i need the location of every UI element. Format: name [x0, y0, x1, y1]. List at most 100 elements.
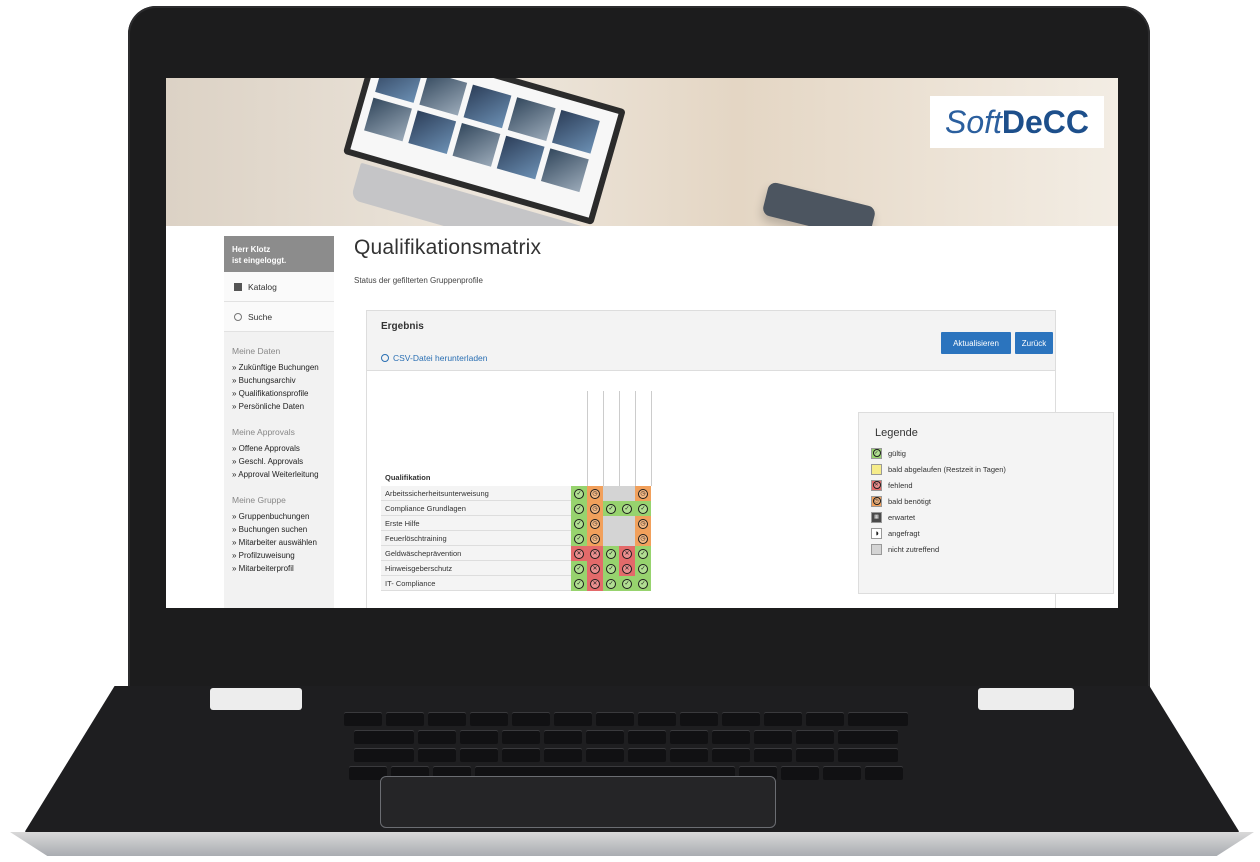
status-cell-none[interactable]	[603, 531, 619, 546]
status-cell-valid[interactable]: ✓	[571, 531, 587, 546]
status-cell-valid[interactable]: ✓	[635, 561, 651, 576]
legend-label: bald abgelaufen (Restzeit in Tagen)	[888, 464, 1006, 474]
sidebar-item-mitarbeiterprofil[interactable]: » Mitarbeiterprofil	[232, 562, 326, 575]
status-cell-valid[interactable]: ✓	[571, 576, 587, 591]
status-cell-missing[interactable]: ✕	[619, 546, 635, 561]
status-cell-none[interactable]	[619, 516, 635, 531]
status-cell-needed[interactable]: ◷	[587, 501, 603, 516]
section-title: Meine Daten	[232, 346, 281, 356]
status-cell-valid[interactable]: ✓	[571, 501, 587, 516]
page-title: Qualifikationsmatrix	[354, 236, 542, 259]
x-icon: ✕	[622, 548, 632, 559]
status-cell-valid[interactable]: ✓	[635, 501, 651, 516]
header-banner: Soft DeCC	[166, 78, 1118, 226]
refresh-button[interactable]: Aktualisieren	[941, 332, 1011, 354]
sidebar-item-geschl-approvals[interactable]: » Geschl. Approvals	[232, 455, 326, 468]
sidebar-item-persoenliche-daten[interactable]: » Persönliche Daten	[232, 400, 326, 413]
status-cell-none[interactable]	[619, 486, 635, 501]
status-cell-missing[interactable]: ✕	[587, 576, 603, 591]
status-cell-missing[interactable]: ✕	[571, 546, 587, 561]
status-cell-needed[interactable]: ◷	[587, 531, 603, 546]
check-icon: ✓	[638, 578, 648, 589]
status-cell-valid[interactable]: ✓	[603, 561, 619, 576]
status-cell-valid[interactable]: ✓	[571, 561, 587, 576]
sidebar-link-suche[interactable]: Suche	[224, 302, 334, 332]
status-cell-valid[interactable]: ✓	[571, 486, 587, 501]
legend-label: bald benötigt	[888, 496, 931, 506]
column-divider	[619, 391, 620, 486]
sidebar-item-buchungsarchiv[interactable]: » Buchungsarchiv	[232, 374, 326, 387]
x-icon: ✕	[574, 548, 584, 559]
status-cell-needed[interactable]: ◷	[635, 531, 651, 546]
qualification-column-header: Qualifikation	[385, 473, 431, 482]
status-cell-valid[interactable]: ✓	[603, 501, 619, 516]
status-cell-none[interactable]	[619, 531, 635, 546]
qualification-label: Feuerlöschtraining	[381, 531, 571, 546]
qualification-label: Erste Hilfe	[381, 516, 571, 531]
status-cell-valid[interactable]: ✓	[635, 576, 651, 591]
check-icon: ✓	[606, 548, 616, 559]
status-cell-needed[interactable]: ◷	[635, 516, 651, 531]
clock-icon: ◷	[590, 488, 600, 499]
x-icon: ✕	[590, 548, 600, 559]
status-cell-valid[interactable]: ✓	[619, 576, 635, 591]
back-button[interactable]: Zurück	[1015, 332, 1053, 354]
panel-title: Ergebnis	[381, 321, 424, 332]
clock-icon: ◷	[638, 533, 648, 544]
status-cell-none[interactable]	[603, 516, 619, 531]
legend-label: gültig	[888, 448, 906, 458]
status-cell-valid[interactable]: ✓	[571, 516, 587, 531]
touchpad	[380, 776, 776, 828]
legend-label: erwartet	[888, 512, 916, 522]
sidebar-item-buchungen-suchen[interactable]: » Buchungen suchen	[232, 523, 326, 536]
person-column-header: Müller, Karl-Heinz	[589, 391, 601, 569]
status-cell-missing[interactable]: ✕	[619, 561, 635, 576]
legend-item: nicht zutreffend	[871, 543, 939, 555]
person-column-header: Musterfau, Cla...	[605, 391, 617, 569]
sidebar-item-mitarbeiter-auswaehlen[interactable]: » Mitarbeiter auswählen	[232, 536, 326, 549]
legend-label: nicht zutreffend	[888, 544, 940, 554]
legend-label: angefragt	[888, 528, 920, 538]
sidebar-link-label: Katalog	[248, 281, 277, 292]
status-cell-needed[interactable]: ◷	[587, 486, 603, 501]
status-cell-needed[interactable]: ◷	[587, 516, 603, 531]
page-subtitle: Status der gefilterten Gruppenprofile	[354, 276, 483, 285]
x-icon: ✕	[590, 578, 600, 589]
person-column-header: Hendriksen, Hans	[573, 391, 585, 569]
sidebar: Herr Klotz ist eingeloggt. Katalog Suche…	[224, 236, 334, 608]
status-cell-missing[interactable]: ✕	[587, 561, 603, 576]
check-icon: ✓	[638, 548, 648, 559]
status-cell-valid[interactable]: ✓	[635, 546, 651, 561]
person-column-header: Restig, Rosanna	[637, 391, 649, 569]
status-cell-needed[interactable]: ◷	[635, 486, 651, 501]
check-icon: ✓	[574, 518, 584, 529]
sidebar-item-approval-weiterleitung[interactable]: » Approval Weiterleitung	[232, 468, 326, 481]
sidebar-item-gruppenbuchungen[interactable]: » Gruppenbuchungen	[232, 510, 326, 523]
sidebar-item-zukuenftige-buchungen[interactable]: » Zukünftige Buchungen	[232, 361, 326, 374]
section-title: Meine Approvals	[232, 427, 295, 437]
qualification-label: Compliance Grundlagen	[381, 501, 571, 516]
sidebar-link-label: Suche	[248, 311, 273, 322]
download-icon	[381, 354, 389, 362]
sidebar-item-qualifikationsprofile[interactable]: » Qualifikationsprofile	[232, 387, 326, 400]
status-cell-valid[interactable]: ✓	[619, 501, 635, 516]
clock-icon: ◷	[590, 503, 600, 514]
csv-download-label: CSV-Datei herunterladen	[393, 353, 488, 363]
csv-download-link[interactable]: CSV-Datei herunterladen	[381, 353, 488, 363]
status-cell-missing[interactable]: ✕	[587, 546, 603, 561]
check-icon: ✓	[574, 503, 584, 514]
matrix-row: Feuerlöschtraining ✓ ◷ ◷	[381, 531, 671, 546]
status-cell-valid[interactable]: ✓	[603, 576, 619, 591]
sidebar-item-profilzuweisung[interactable]: » Profilzuweisung	[232, 549, 326, 562]
qualification-label: IT- Compliance	[381, 576, 571, 591]
status-cell-valid[interactable]: ✓	[603, 546, 619, 561]
logo-decc: DeCC	[1001, 103, 1090, 140]
legend: Legende ✓ gültig bald abgelaufen (Restzeit…	[858, 412, 1114, 594]
column-divider	[587, 391, 588, 486]
check-icon: ✓	[622, 503, 632, 514]
status-cell-none[interactable]	[603, 486, 619, 501]
sidebar-item-offene-approvals[interactable]: » Offene Approvals	[232, 442, 326, 455]
clock-icon: ◷	[638, 518, 648, 529]
sidebar-link-katalog[interactable]: Katalog	[224, 272, 334, 302]
qualification-label: Hinweisgeberschutz	[381, 561, 571, 576]
